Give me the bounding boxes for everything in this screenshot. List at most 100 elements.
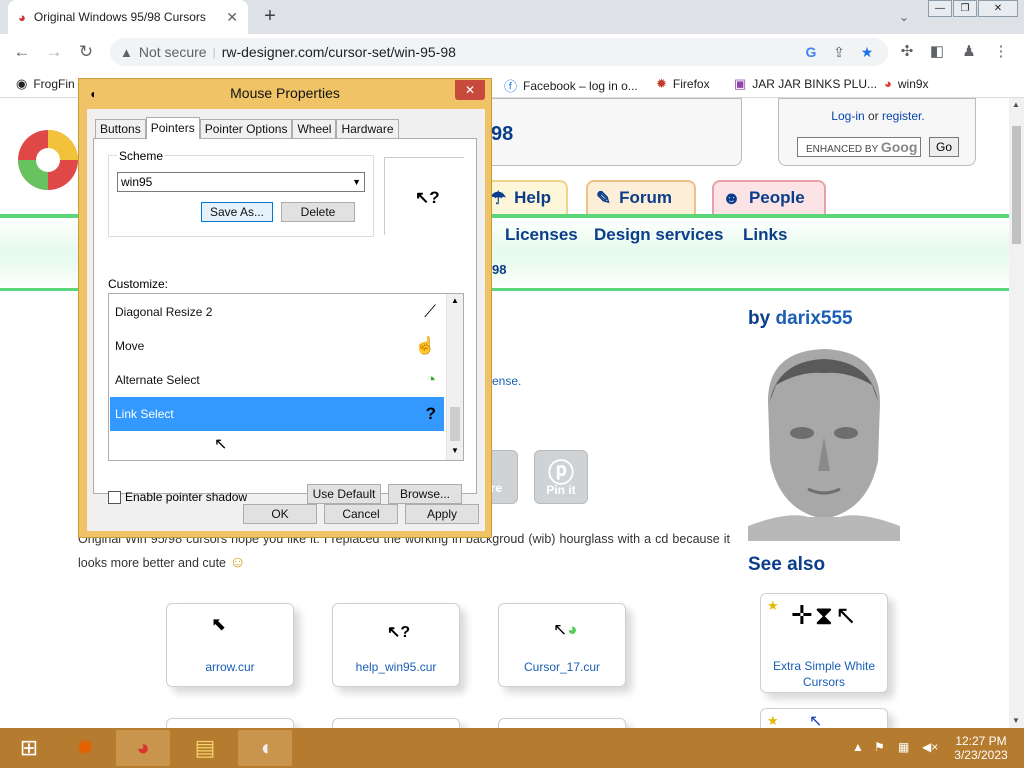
scroll-up-icon[interactable]: ▲ (1012, 100, 1020, 109)
nav-tab-label: People (748, 188, 805, 207)
show-hidden-icons-icon[interactable]: ▲ (852, 740, 864, 754)
new-tab-button[interactable]: + (258, 4, 282, 28)
scroll-up-icon[interactable]: ▲ (451, 296, 459, 305)
pointer-item-move[interactable]: Move ☝ (110, 329, 444, 363)
go-button[interactable]: Go (929, 137, 959, 157)
firefox-icon: ✹ (656, 76, 667, 91)
network-icon[interactable]: ▦ (898, 740, 909, 754)
list-scrollbar[interactable]: ▲ ▼ (446, 294, 463, 460)
scroll-down-icon[interactable]: ▼ (451, 446, 459, 455)
search-input[interactable]: ENHANCED BY Goog (797, 137, 921, 157)
back-icon[interactable]: ← (10, 40, 34, 64)
link-links[interactable]: Links (743, 225, 787, 245)
warning-icon[interactable]: ▲ (120, 45, 133, 60)
address-bar[interactable]: ▲ Not secure | rw-designer.com/cursor-se… (110, 38, 888, 66)
pointer-item-diagonal-resize-2[interactable]: Diagonal Resize 2 ⟋ (110, 295, 444, 329)
google-lens-icon[interactable]: G (800, 44, 822, 60)
scroll-down-icon[interactable]: ▼ (1012, 716, 1020, 725)
mouse-icon[interactable]: ◖ (238, 730, 292, 766)
dialog-tabs: Buttons Pointers Pointer Options Wheel H… (95, 117, 399, 139)
browse-button[interactable]: Browse... (388, 484, 462, 504)
tab-buttons[interactable]: Buttons (95, 119, 146, 139)
pointer-item-label: Alternate Select (115, 373, 200, 387)
volume-muted-icon[interactable]: ◀× (922, 740, 938, 754)
menu-icon[interactable]: ⋮ (990, 42, 1012, 60)
profile-icon[interactable]: ♟ (958, 42, 980, 60)
side-panel-icon[interactable]: ◧ (926, 42, 948, 60)
scheme-select[interactable]: win95 ▼ (117, 172, 365, 192)
url-text[interactable]: rw-designer.com/cursor-set/win-95-98 (222, 44, 794, 60)
restore-button[interactable]: ❐ (953, 0, 977, 17)
tab-pointer-options[interactable]: Pointer Options (199, 119, 293, 139)
minimize-button[interactable]: — (928, 0, 952, 17)
pointer-item-link-select[interactable]: Link Select ? (110, 397, 444, 431)
dialog-close-button[interactable]: ✕ (455, 80, 485, 100)
link-design-services[interactable]: Design services (594, 225, 723, 245)
bookmark-frogfin[interactable]: ◉ FrogFin (16, 76, 75, 92)
login-link[interactable]: Log-in (831, 109, 864, 123)
ok-button[interactable]: OK (243, 504, 317, 524)
bookmark-jarjar[interactable]: ▣ JAR JAR BINKS PLU... (734, 76, 877, 92)
cursor-card-row2-1[interactable] (166, 718, 294, 728)
scroll-thumb[interactable] (1012, 126, 1021, 244)
file-explorer-icon[interactable]: ▤ (178, 730, 232, 766)
tab-wheel[interactable]: Wheel (292, 119, 337, 139)
bookmark-facebook[interactable]: ⓕ Facebook – log in o... (504, 76, 638, 95)
chrome-icon[interactable]: ◕ (116, 730, 170, 766)
author-link[interactable]: darix555 (775, 308, 852, 329)
pointer-list[interactable]: Diagonal Resize 2 ⟋ Move ☝ Alternate Sel… (108, 293, 464, 461)
nav-tab-people[interactable]: ☻ People (712, 180, 826, 216)
or-text: or (868, 109, 879, 123)
firefox-icon[interactable]: ✹ (58, 730, 112, 766)
search-placeholder: ENHANCED BY (806, 144, 879, 155)
reload-icon[interactable]: ↻ (74, 40, 98, 64)
tab-search-icon[interactable]: ⌄ (892, 6, 916, 28)
cursor-card-help[interactable]: ↖? help_win95.cur (332, 603, 460, 687)
pointer-item-alternate-select[interactable]: Alternate Select ◔ (110, 363, 444, 397)
smiley-icon: ☺ (229, 554, 246, 571)
cancel-button[interactable]: Cancel (324, 504, 398, 524)
tab-pointers[interactable]: Pointers (145, 117, 200, 139)
flag-icon[interactable]: ⚑ (874, 740, 885, 754)
bookmark-star-icon[interactable]: ★ (856, 44, 878, 61)
delete-button[interactable]: Delete (281, 202, 355, 222)
window-close-button[interactable]: ✕ (978, 0, 1018, 17)
list-scroll-thumb[interactable] (450, 407, 460, 441)
register-link[interactable]: register. (882, 109, 925, 123)
bookmark-firefox[interactable]: ✹ Firefox (656, 76, 710, 92)
enable-shadow-checkbox[interactable] (108, 491, 121, 504)
page-scrollbar[interactable]: ▲ ▼ (1009, 98, 1024, 728)
start-icon[interactable]: ⊞ (2, 730, 56, 766)
site-logo-icon[interactable] (16, 120, 80, 194)
extensions-icon[interactable]: ✣ (896, 42, 918, 60)
enable-shadow-label[interactable]: Enable pointer shadow (125, 490, 247, 504)
nav-tab-help[interactable]: ☂ Help (480, 180, 568, 216)
forward-icon[interactable]: → (42, 40, 66, 64)
author-avatar[interactable] (748, 341, 900, 541)
security-label[interactable]: Not secure (139, 44, 207, 60)
apply-button[interactable]: Apply (405, 504, 479, 524)
pointer-preview: ↖? (384, 157, 464, 235)
cursor-card-arrow[interactable]: ⬉ arrow.cur (166, 603, 294, 687)
nav-tab-forum[interactable]: ✎ Forum (586, 180, 696, 216)
license-link[interactable]: ense. (492, 374, 521, 388)
chevron-down-icon[interactable]: ▼ (352, 173, 361, 191)
cursor-card-row2-3[interactable] (498, 718, 626, 728)
bookmark-win9x[interactable]: ◕ win9x (884, 76, 929, 91)
cursor-file-label: help_win95.cur (355, 660, 437, 674)
browser-tab[interactable]: ◕ Original Windows 95/98 Cursors ✕ (8, 0, 248, 34)
see-also-card-2[interactable]: ★ ↖ (760, 708, 888, 728)
share-icon[interactable]: ⇪ (828, 44, 850, 61)
star-icon: ★ (767, 713, 779, 728)
clock[interactable]: 12:27 PM 3/23/2023 (946, 734, 1016, 762)
see-also-card[interactable]: ★ ✛⧗↖ Extra Simple White Cursors (760, 593, 888, 693)
cursor-card-row2-2[interactable] (332, 718, 460, 728)
link-licenses[interactable]: Licenses (505, 225, 578, 245)
cursor-card-17[interactable]: ↖◕ Cursor_17.cur (498, 603, 626, 687)
tab-hardware[interactable]: Hardware (336, 119, 399, 139)
use-default-button[interactable]: Use Default (307, 484, 381, 504)
dialog-title[interactable]: Mouse Properties (79, 79, 491, 109)
tab-close-icon[interactable]: ✕ (226, 9, 238, 26)
pin-it-button[interactable]: ⓟ Pin it (534, 450, 588, 504)
save-as-button[interactable]: Save As... (201, 202, 273, 222)
